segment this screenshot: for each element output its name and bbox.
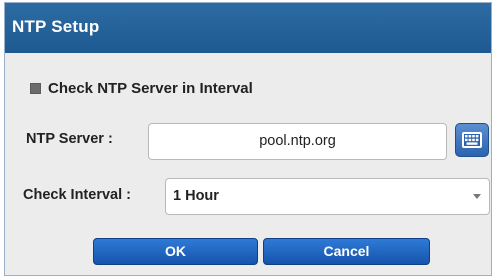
check-interval-value: 1 Hour [173, 188, 219, 204]
check-server-checkbox[interactable] [30, 82, 41, 94]
check-interval-select[interactable]: 1 Hour [165, 178, 490, 215]
chevron-down-icon[interactable] [473, 194, 481, 199]
ntp-setup-dialog: NTP Setup Check NTP Server in Interval N… [4, 2, 492, 276]
keyboard-icon [462, 132, 482, 148]
dialog-title: NTP Setup [12, 17, 100, 36]
ntp-server-label: NTP Server : [26, 131, 113, 147]
check-server-row[interactable]: Check NTP Server in Interval [30, 78, 253, 98]
cancel-button[interactable]: Cancel [263, 238, 430, 265]
check-server-label: Check NTP Server in Interval [48, 79, 253, 97]
check-interval-label: Check Interval : [23, 187, 131, 203]
ok-button[interactable]: OK [93, 238, 258, 265]
ntp-server-input[interactable]: pool.ntp.org [148, 123, 447, 160]
title-bar: NTP Setup [5, 3, 491, 53]
keyboard-button[interactable] [455, 123, 489, 157]
